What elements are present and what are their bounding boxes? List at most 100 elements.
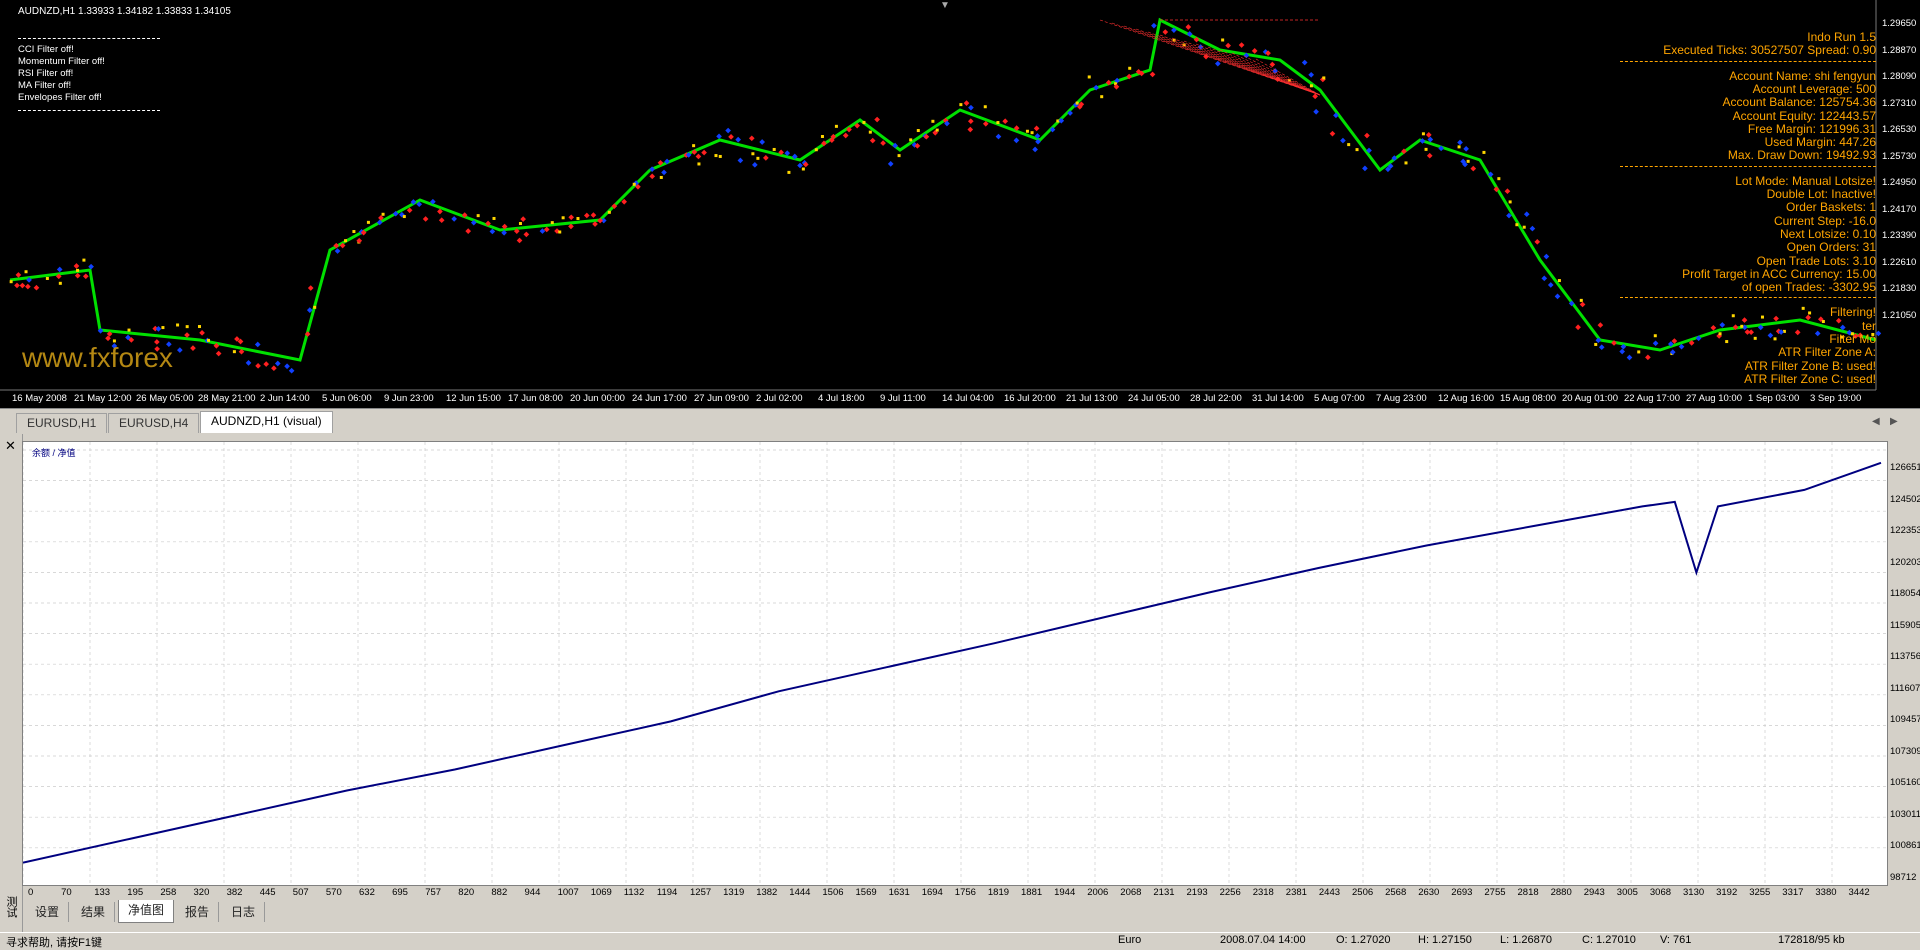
ea-info-line: Account Equity: 122443.57 xyxy=(1732,108,1876,123)
equity-x-tick: 1382 xyxy=(756,887,778,898)
tab-report[interactable]: 报告 xyxy=(176,902,220,922)
trade-marker xyxy=(1425,132,1432,138)
equity-y-tick: 124502 xyxy=(1890,493,1920,505)
price-x-tick: 31 Jul 14:00 xyxy=(1252,393,1304,404)
equity-y-tick: 98712 xyxy=(1890,871,1917,883)
trade-marker xyxy=(576,217,580,221)
equity-x-tick: 2755 xyxy=(1484,887,1506,898)
trade-marker xyxy=(869,137,876,144)
price-x-tick: 9 Jun 23:00 xyxy=(384,393,434,404)
equity-x-tick: 3255 xyxy=(1749,887,1771,898)
trade-marker xyxy=(465,228,472,234)
tab-journal[interactable]: 日志 xyxy=(222,902,266,922)
trade-marker xyxy=(284,363,290,370)
trade-marker xyxy=(1162,29,1169,35)
trade-marker xyxy=(842,132,849,139)
trade-marker xyxy=(1821,320,1825,324)
equity-y-tick: 100861 xyxy=(1890,840,1920,851)
price-x-tick: 1 Sep 03:00 xyxy=(1748,393,1800,404)
equity-x-tick: 1194 xyxy=(656,887,678,898)
trade-marker xyxy=(701,149,707,156)
price-line xyxy=(9,17,1877,362)
trade-marker xyxy=(307,285,314,291)
ea-info-line: Profit Target in ACC Currency: 15.00 xyxy=(1682,266,1876,281)
trade-marker xyxy=(959,103,963,107)
price-y-tick: 1.28090 xyxy=(1882,71,1917,82)
filter-list: CCI Filter off! Momentum Filter off! RSI F… xyxy=(18,44,105,104)
trade-marker xyxy=(1626,354,1633,361)
trade-marker xyxy=(25,283,31,290)
price-y-tick: 1.24950 xyxy=(1882,177,1917,188)
equity-x-tick: 1569 xyxy=(855,887,877,898)
trade-marker xyxy=(438,217,445,224)
equity-x-tick: 2818 xyxy=(1517,887,1539,898)
trade-marker xyxy=(695,153,702,160)
trade-marker xyxy=(518,222,522,226)
price-x-tick: 24 Jun 17:00 xyxy=(632,393,687,404)
ea-info-line: ter xyxy=(1861,318,1876,333)
trade-marker xyxy=(177,347,183,353)
status-close: C: 1.27010 xyxy=(1582,934,1636,946)
equity-x-tick: 2443 xyxy=(1318,887,1341,898)
price-y-tick: 1.25730 xyxy=(1882,150,1917,162)
status-low: L: 1.26870 xyxy=(1500,934,1552,946)
ea-info-line: Next Lotsize: 0.10 xyxy=(1779,226,1876,241)
ea-info-line: Account Balance: 125754.36 xyxy=(1722,95,1876,110)
ea-info-line: Account Leverage: 500 xyxy=(1752,81,1876,96)
equity-x-tick: 3068 xyxy=(1649,887,1672,898)
trade-marker xyxy=(659,175,663,179)
tab-settings[interactable]: 设置 xyxy=(26,902,70,922)
tab-eurusd-h4[interactable]: EURUSD,H4 xyxy=(108,413,200,433)
trade-marker xyxy=(714,154,718,158)
ea-info-line: Indo Run 1.5 xyxy=(1807,30,1876,44)
trade-marker xyxy=(127,328,131,332)
tab-equity-graph[interactable]: 净值图 xyxy=(118,900,175,923)
tab-eurusd-h1[interactable]: EURUSD,H1 xyxy=(16,413,108,433)
trade-marker xyxy=(1767,332,1774,339)
close-icon[interactable]: ✕ xyxy=(5,438,16,454)
trade-marker xyxy=(897,154,901,158)
trade-marker xyxy=(1522,225,1526,229)
trade-marker xyxy=(797,162,803,169)
trade-marker xyxy=(1355,148,1359,152)
trade-marker xyxy=(1814,330,1821,337)
equity-y-tick: 107309 xyxy=(1890,745,1920,757)
trade-marker xyxy=(24,270,28,274)
price-x-tick: 16 May 2008 xyxy=(12,393,67,404)
chart-shift-marker[interactable]: ▼ xyxy=(940,0,950,11)
tab-results[interactable]: 结果 xyxy=(72,902,116,922)
trade-marker xyxy=(725,127,731,134)
trade-marker xyxy=(968,104,974,111)
trade-marker xyxy=(19,282,26,289)
trade-marker xyxy=(1773,315,1779,322)
trade-marker xyxy=(155,326,162,332)
tabs-scroll-right-icon[interactable]: ▶ xyxy=(1890,416,1898,427)
trade-marker xyxy=(1033,125,1040,132)
ea-info-line: Max. Draw Down: 19492.93 xyxy=(1727,148,1876,163)
tab-audnzd-h1-visual[interactable]: AUDNZD,H1 (visual) xyxy=(200,411,333,433)
equity-x-tick: 820 xyxy=(458,887,475,898)
trade-marker xyxy=(520,216,526,222)
equity-y-tick: 113756 xyxy=(1890,651,1920,662)
trade-marker xyxy=(1312,93,1318,100)
trade-marker xyxy=(1523,211,1530,218)
equity-x-tick: 1007 xyxy=(557,887,579,898)
trade-marker xyxy=(862,120,866,124)
trade-marker xyxy=(697,162,701,166)
trade-marker xyxy=(82,273,89,280)
equity-x-tick: 70 xyxy=(61,887,72,898)
tabs-scroll-left-icon[interactable]: ◀ xyxy=(1872,416,1880,427)
trade-marker xyxy=(820,134,824,138)
filter-status: Momentum Filter off! xyxy=(18,56,105,67)
filter-status: CCI Filter off! xyxy=(18,44,74,55)
price-y-tick: 1.22610 xyxy=(1882,256,1917,268)
trade-marker xyxy=(523,231,530,238)
status-high: H: 1.27150 xyxy=(1418,934,1472,946)
trade-marker xyxy=(263,361,270,367)
trade-marker xyxy=(366,220,370,224)
equity-x-tick: 2193 xyxy=(1186,887,1208,898)
trade-marker xyxy=(735,136,741,143)
trade-marker xyxy=(1652,340,1659,347)
price-chart[interactable]: AUDNZD,H1 1.33933 1.34182 1.33833 1.3410… xyxy=(0,0,1920,409)
filter-divider-top xyxy=(18,38,160,39)
